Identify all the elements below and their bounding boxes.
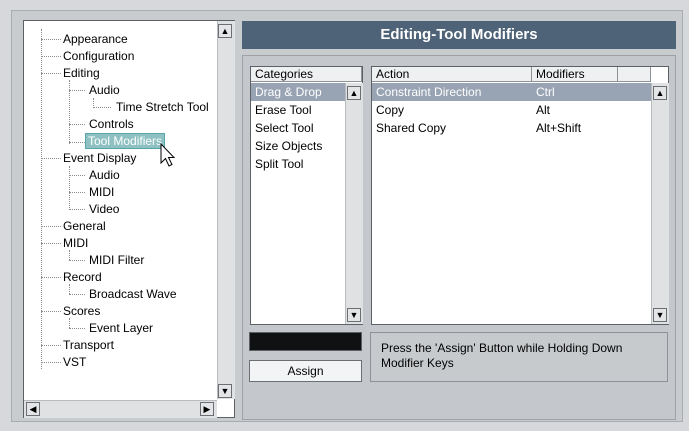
- action-cell: Constraint Direction: [376, 85, 482, 99]
- page-title: Editing-Tool Modifiers: [380, 26, 538, 43]
- page-header: Editing-Tool Modifiers: [242, 21, 676, 49]
- tree-item-broadcast-wave[interactable]: Broadcast Wave: [87, 286, 179, 302]
- tree-item-event-display-audio[interactable]: Audio: [87, 167, 122, 183]
- tree-guide-line: [69, 284, 70, 294]
- tree-item-video[interactable]: Video: [87, 201, 121, 217]
- tree-guide-line: [69, 318, 70, 328]
- modifier-cell: Alt: [536, 103, 551, 117]
- categories-list: Categories Drag & Drop Erase Tool Select…: [250, 66, 363, 325]
- assign-hint-text: Press the 'Assign' Button while Holding …: [370, 332, 668, 382]
- scroll-down-icon[interactable]: ▼: [218, 384, 232, 398]
- table-row[interactable]: Shared Copy Alt+Shift: [372, 119, 651, 137]
- tree-item-midi-filter[interactable]: MIDI Filter: [87, 252, 146, 268]
- tree-item-editing-audio[interactable]: Audio: [87, 82, 122, 98]
- tree-item-editing[interactable]: Editing: [61, 65, 102, 81]
- tree-item-event-display[interactable]: Event Display: [61, 150, 138, 166]
- action-cell: Shared Copy: [376, 121, 447, 135]
- table-row[interactable]: Constraint Direction Ctrl: [372, 83, 651, 101]
- modifier-key-display: [249, 332, 362, 351]
- category-item-select-tool[interactable]: Select Tool: [251, 119, 345, 137]
- action-cell: Copy: [376, 103, 405, 117]
- tree-item-general[interactable]: General: [61, 218, 108, 234]
- actions-table: Action Modifiers Constraint Direction Ct…: [371, 66, 669, 325]
- modifier-cell: Ctrl: [536, 85, 555, 99]
- tree-guide-line: [41, 29, 42, 369]
- tree-item-controls[interactable]: Controls: [87, 116, 136, 132]
- tree-item-transport[interactable]: Transport: [61, 337, 116, 353]
- tree-item-event-display-midi[interactable]: MIDI: [87, 184, 116, 200]
- assign-button[interactable]: Assign: [249, 360, 362, 382]
- categories-column-header[interactable]: Categories: [251, 67, 362, 82]
- tree-item-tool-modifiers[interactable]: Tool Modifiers: [85, 133, 166, 149]
- scroll-right-icon[interactable]: ▶: [200, 402, 214, 416]
- actions-scrollbar[interactable]: [651, 83, 669, 324]
- category-item-split-tool[interactable]: Split Tool: [251, 155, 345, 173]
- scroll-down-icon[interactable]: ▼: [347, 308, 361, 322]
- table-row[interactable]: Copy Alt: [372, 101, 651, 119]
- scroll-up-icon[interactable]: ▲: [347, 86, 361, 100]
- action-column-header[interactable]: Action: [372, 67, 532, 82]
- tree-item-record[interactable]: Record: [61, 269, 104, 285]
- category-item-erase-tool[interactable]: Erase Tool: [251, 101, 345, 119]
- tree-guide-line: [69, 166, 70, 210]
- modifiers-column-header[interactable]: Modifiers: [532, 67, 618, 82]
- scroll-up-icon[interactable]: ▲: [653, 86, 667, 100]
- preferences-tree: Appearance Configuration Editing Audio T…: [23, 20, 235, 418]
- modifier-cell: Alt+Shift: [536, 121, 582, 135]
- category-item-drag-drop[interactable]: Drag & Drop: [251, 83, 345, 101]
- scroll-up-icon[interactable]: ▲: [218, 24, 232, 38]
- tree-item-midi[interactable]: MIDI: [61, 235, 90, 251]
- tree-guide-line: [69, 250, 70, 260]
- tree-vertical-scrollbar[interactable]: [217, 21, 235, 399]
- tree-item-scores[interactable]: Scores: [61, 303, 102, 319]
- tree-item-appearance[interactable]: Appearance: [61, 31, 130, 47]
- mouse-cursor-icon: [160, 143, 176, 167]
- tree-item-configuration[interactable]: Configuration: [61, 48, 136, 64]
- category-item-size-objects[interactable]: Size Objects: [251, 137, 345, 155]
- categories-scrollbar[interactable]: [345, 83, 363, 324]
- scroll-down-icon[interactable]: ▼: [653, 308, 667, 322]
- tree-horizontal-scrollbar[interactable]: [24, 400, 217, 418]
- scroll-left-icon[interactable]: ◀: [26, 402, 40, 416]
- tree-item-vst[interactable]: VST: [61, 354, 88, 370]
- tree-item-time-stretch-tool[interactable]: Time Stretch Tool: [114, 99, 211, 115]
- empty-column-header: [618, 67, 651, 82]
- tree-item-event-layer[interactable]: Event Layer: [87, 320, 155, 336]
